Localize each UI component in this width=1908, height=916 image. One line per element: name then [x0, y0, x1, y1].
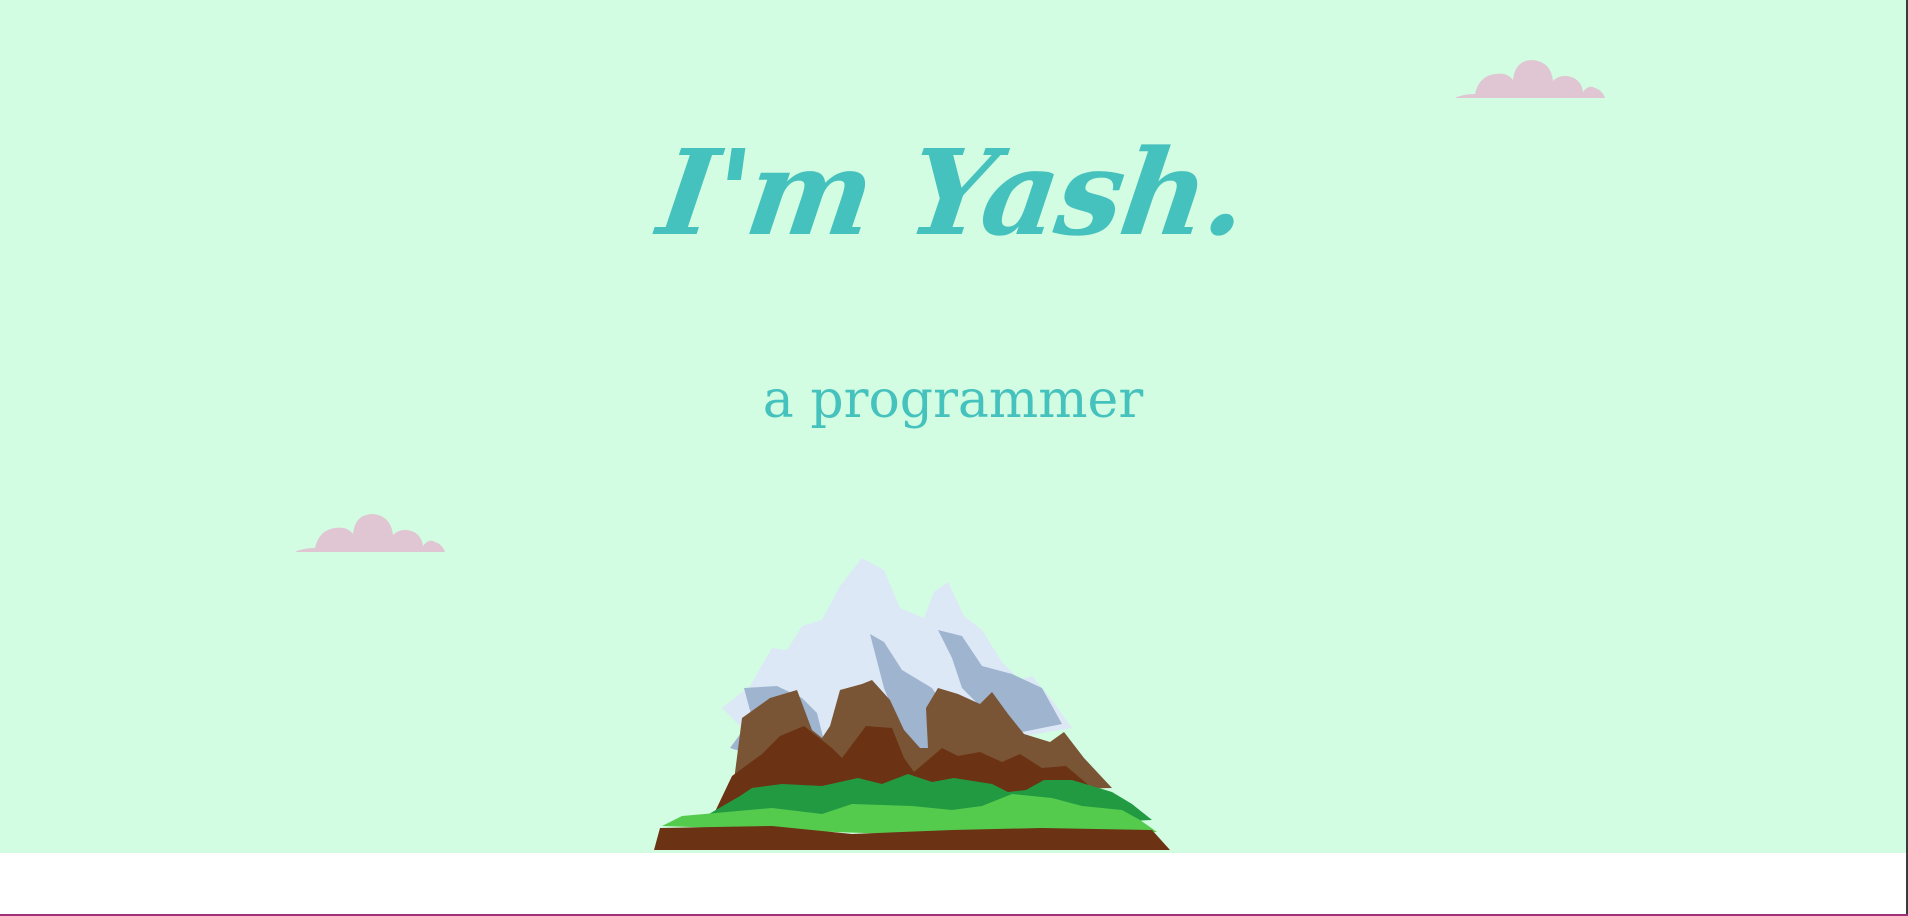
cloud-icon: [1455, 60, 1605, 98]
page-subtitle: a programmer: [762, 370, 1144, 430]
hero-section: I'm Yash. a programmer: [0, 0, 1906, 853]
page-title: I'm Yash.: [651, 123, 1255, 262]
cloud-icon: [295, 514, 445, 552]
mountain-illustration: [654, 558, 1170, 850]
